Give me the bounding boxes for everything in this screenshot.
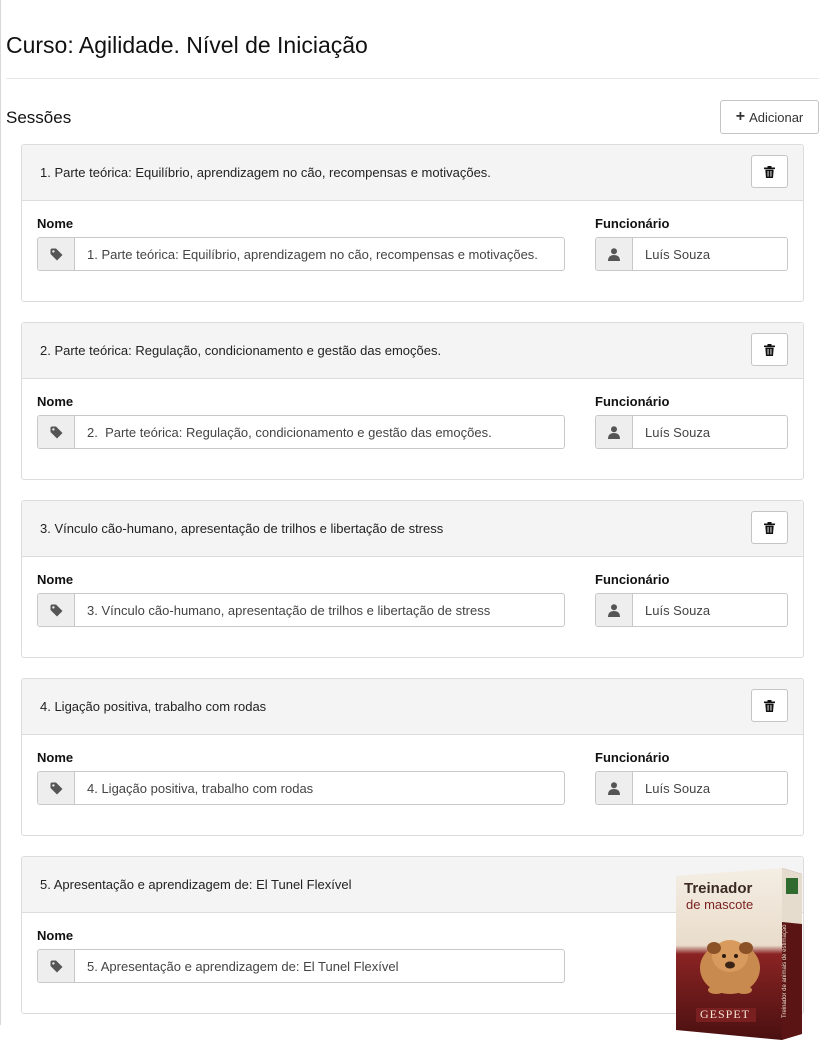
employee-label: Funcionário <box>595 572 670 587</box>
name-input-group: 1. Parte teórica: Equilíbrio, aprendizag… <box>37 237 565 271</box>
plus-icon: + <box>735 108 746 125</box>
trash-icon <box>764 521 775 534</box>
delete-session-button[interactable] <box>751 511 788 544</box>
session-body: Nome 3. Vínculo cão-humano, apresentação… <box>22 557 803 657</box>
name-label: Nome <box>37 928 74 943</box>
employee-input-group: Luís Souza <box>595 237 788 271</box>
name-input-group: 3. Vínculo cão-humano, apresentação de t… <box>37 593 565 627</box>
session-title: 4. Ligação positiva, trabalho com rodas <box>40 699 267 714</box>
session-name-input[interactable]: 3. Vínculo cão-humano, apresentação de t… <box>75 594 564 626</box>
session-body: Nome 2. Parte teórica: Regulação, condic… <box>22 379 803 479</box>
session-name-input[interactable]: 1. Parte teórica: Equilíbrio, aprendizag… <box>75 238 564 270</box>
user-icon <box>596 772 633 804</box>
promo-brand: GESPET <box>700 1007 751 1021</box>
employee-input[interactable]: Luís Souza <box>633 416 787 448</box>
session-header: 4. Ligação positiva, trabalho com rodas <box>22 679 803 735</box>
name-label: Nome <box>37 216 74 231</box>
name-input-group: 4. Ligação positiva, trabalho com rodas <box>37 771 565 805</box>
tag-icon <box>38 594 75 626</box>
session-name-input[interactable]: 5. Apresentação e aprendizagem de: El Tu… <box>75 950 564 982</box>
tag-icon <box>38 950 75 982</box>
tag-icon <box>38 416 75 448</box>
trash-icon <box>764 165 775 178</box>
add-session-label: Adicionar <box>749 109 804 125</box>
employee-label: Funcionário <box>595 394 670 409</box>
tag-icon <box>38 772 75 804</box>
promo-title-line2: de mascote <box>686 897 754 912</box>
user-icon <box>596 594 633 626</box>
session-header: 2. Parte teórica: Regulação, condicionam… <box>22 323 803 379</box>
session-panel: 2. Parte teórica: Regulação, condicionam… <box>21 322 804 480</box>
session-panel: 3. Vínculo cão-humano, apresentação de t… <box>21 500 804 658</box>
session-title: 1. Parte teórica: Equilíbrio, aprendizag… <box>40 165 491 180</box>
promo-side-text: Treinador de animais de estimação <box>782 924 788 1019</box>
name-label: Nome <box>37 750 74 765</box>
user-icon <box>596 416 633 448</box>
promo-title-line1: Treinador <box>684 880 753 897</box>
session-panel: 1. Parte teórica: Equilíbrio, aprendizag… <box>21 144 804 302</box>
session-header: 3. Vínculo cão-humano, apresentação de t… <box>22 501 803 557</box>
session-body: Nome 4. Ligação positiva, trabalho com r… <box>22 735 803 835</box>
employee-label: Funcionário <box>595 750 670 765</box>
tag-icon <box>38 238 75 270</box>
name-label: Nome <box>37 394 74 409</box>
employee-input-group: Luís Souza <box>595 593 788 627</box>
session-name-input[interactable]: 2. Parte teórica: Regulação, condicionam… <box>75 416 564 448</box>
name-label: Nome <box>37 572 74 587</box>
employee-input[interactable]: Luís Souza <box>633 238 787 270</box>
delete-session-button[interactable] <box>751 155 788 188</box>
session-title: 3. Vínculo cão-humano, apresentação de t… <box>40 521 444 536</box>
trash-icon <box>764 343 775 356</box>
employee-input[interactable]: Luís Souza <box>633 772 787 804</box>
title-divider <box>6 78 819 79</box>
session-header: 1. Parte teórica: Equilíbrio, aprendizag… <box>22 145 803 201</box>
product-box-image[interactable]: Treinador de mascote GESPET Treinador de… <box>672 864 806 1042</box>
employee-input-group: Luís Souza <box>595 415 788 449</box>
session-name-input[interactable]: 4. Ligação positiva, trabalho com rodas <box>75 772 564 804</box>
delete-session-button[interactable] <box>751 333 788 366</box>
employee-input-group: Luís Souza <box>595 771 788 805</box>
left-border <box>0 0 1 1025</box>
session-panel: 4. Ligação positiva, trabalho com rodas … <box>21 678 804 836</box>
sessions-section-title: Sessões <box>6 108 72 127</box>
session-title: 2. Parte teórica: Regulação, condicionam… <box>40 343 442 358</box>
name-input-group: 5. Apresentação e aprendizagem de: El Tu… <box>37 949 565 983</box>
session-title: 5. Apresentação e aprendizagem de: El Tu… <box>40 877 352 892</box>
session-body: Nome 1. Parte teórica: Equilíbrio, apren… <box>22 201 803 301</box>
add-session-button[interactable]: + Adicionar <box>720 100 819 134</box>
name-input-group: 2. Parte teórica: Regulação, condicionam… <box>37 415 565 449</box>
page-title: Curso: Agilidade. Nível de Iniciação <box>6 32 368 58</box>
employee-input[interactable]: Luís Souza <box>633 594 787 626</box>
trash-icon <box>764 699 775 712</box>
employee-label: Funcionário <box>595 216 670 231</box>
user-icon <box>596 238 633 270</box>
delete-session-button[interactable] <box>751 689 788 722</box>
